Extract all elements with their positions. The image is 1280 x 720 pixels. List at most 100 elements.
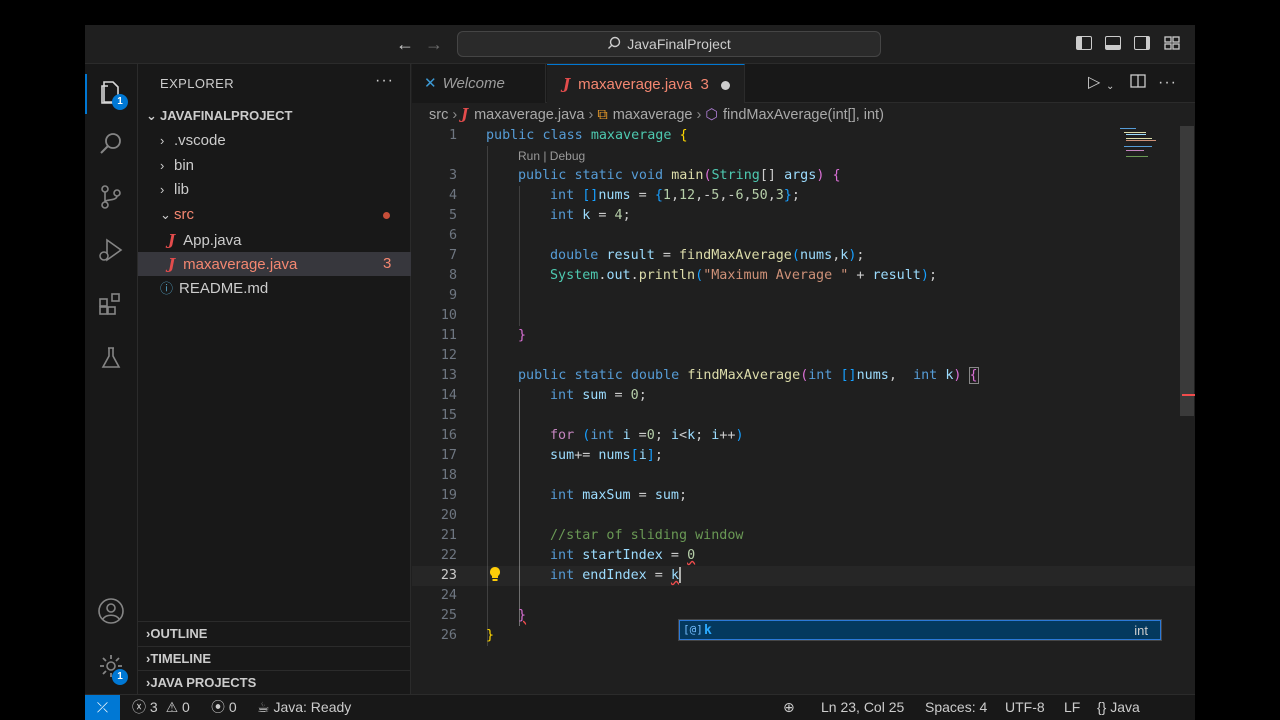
code-line: 19 int maxSum = sum; xyxy=(440,488,688,503)
info-icon: ⓘ xyxy=(160,281,174,296)
tab-label: maxaverage.java xyxy=(578,76,693,93)
warning-count: 0 xyxy=(182,699,190,715)
codelens-run-debug[interactable]: Run | Debug xyxy=(518,146,585,166)
project-root[interactable]: ⌄ JAVAFINALPROJECT xyxy=(138,104,411,128)
tree-item-label: App.java xyxy=(183,232,242,249)
remote-indicator-icon[interactable]: ⤫ xyxy=(85,695,120,720)
code-line: 18 xyxy=(440,468,457,483)
activity-bar: 1 1 xyxy=(85,64,138,694)
tab-label: Welcome xyxy=(442,75,505,92)
tree-item-vscode[interactable]: › .vscode xyxy=(138,129,411,153)
java-file-icon: J xyxy=(168,231,176,249)
ports-status[interactable]: ⦿ 0 xyxy=(211,695,237,719)
suggestion-item[interactable]: [@] k int xyxy=(679,620,1161,640)
section-label: OUTLINE xyxy=(150,626,208,641)
tab-welcome[interactable]: ✕ Welcome xyxy=(412,64,546,103)
status-bar: ⤫ ⓧ 3 ⚠ 0 ⦿ 0 ☕ Java: Ready ⊕ Ln 23, Col… xyxy=(85,694,1195,720)
code-line: 15 xyxy=(440,408,457,423)
tree-item-lib[interactable]: › lib xyxy=(138,178,411,202)
toggle-primary-sidebar-icon[interactable] xyxy=(1076,36,1092,50)
language-label: Java xyxy=(1110,699,1140,715)
radio-tower-icon: ⦿ xyxy=(211,699,225,715)
vertical-scrollbar[interactable] xyxy=(1180,126,1194,416)
breadcrumb-folder[interactable]: src xyxy=(429,107,448,123)
minimap[interactable] xyxy=(1118,126,1182,166)
java-file-icon: J xyxy=(168,255,176,273)
java-coffee-icon: ☕ xyxy=(257,699,270,715)
section-label: JAVA PROJECTS xyxy=(150,675,257,690)
extensions-icon[interactable] xyxy=(97,290,125,318)
end-of-line[interactable]: LF xyxy=(1064,695,1080,719)
more-actions-icon[interactable]: ··· xyxy=(375,72,394,90)
vscode-window: ← → JavaFinalProject 1 1 EXPLORER ··· ⌄ … xyxy=(85,25,1195,720)
code-line: 16 for (int i =0; i<k; i++) xyxy=(440,428,744,443)
breadcrumb-method[interactable]: findMaxAverage(int[], int) xyxy=(723,107,884,123)
active-indicator xyxy=(85,74,87,114)
toggle-panel-icon[interactable] xyxy=(1105,36,1121,50)
code-line-current: 23 int endIndex = k xyxy=(412,566,1195,586)
section-label: TIMELINE xyxy=(150,651,212,666)
breadcrumb-class[interactable]: maxaverage xyxy=(613,107,693,123)
tab-maxaverage-java[interactable]: Jmaxaverage.java 3 xyxy=(547,64,745,103)
code-line: 10 xyxy=(440,308,457,323)
chevron-right-icon: › xyxy=(160,158,165,173)
title-bar: ← → JavaFinalProject xyxy=(85,25,1195,64)
language-mode[interactable]: {} Java xyxy=(1097,695,1140,719)
manage-badge: 1 xyxy=(112,669,128,685)
command-center-search[interactable]: JavaFinalProject xyxy=(457,31,881,57)
accounts-icon[interactable] xyxy=(97,597,125,625)
code-line: 12 xyxy=(440,348,457,363)
code-line: 5 int k = 4; xyxy=(448,208,631,223)
tree-item-app-java[interactable]: J App.java xyxy=(138,228,411,252)
scrollbar-error-marker xyxy=(1182,394,1195,396)
warning-icon: ⚠ xyxy=(165,699,179,715)
toggle-secondary-sidebar-icon[interactable] xyxy=(1134,36,1150,50)
project-name: JAVAFINALPROJECT xyxy=(160,108,293,123)
editor-area: ✕ Welcome Jmaxaverage.java 3 ▷ ⌄ ··· src ›… xyxy=(412,64,1195,694)
tree-item-label: lib xyxy=(174,181,190,198)
tree-item-src[interactable]: ⌄ src xyxy=(138,203,411,227)
chevron-down-icon: ⌄ xyxy=(146,108,157,123)
text-cursor xyxy=(679,567,681,583)
run-icon[interactable]: ▷ xyxy=(1088,74,1100,92)
tree-item-readme[interactable]: ⓘ README.md xyxy=(138,277,411,301)
tree-item-label: maxaverage.java xyxy=(183,256,298,273)
java-status-label: Java: Ready xyxy=(273,699,352,715)
source-control-icon[interactable] xyxy=(97,183,125,211)
run-debug-icon[interactable] xyxy=(97,236,125,264)
run-dropdown-icon[interactable]: ⌄ xyxy=(1106,78,1114,96)
search-icon xyxy=(607,36,621,53)
java-status[interactable]: ☕ Java: Ready xyxy=(257,695,351,719)
back-arrow-icon[interactable]: ← xyxy=(396,35,414,53)
section-outline[interactable]: ›OUTLINE xyxy=(138,621,411,645)
code-line: 14 int sum = 0; xyxy=(440,388,647,403)
java-file-icon: J xyxy=(563,75,571,93)
code-line: 22 int startIndex = 0 xyxy=(440,548,696,563)
section-timeline[interactable]: ›TIMELINE xyxy=(138,646,411,670)
explorer-sidebar: EXPLORER ··· ⌄ JAVAFINALPROJECT › .vscode … xyxy=(138,64,411,694)
vscode-logo-icon: ✕ xyxy=(424,75,437,92)
editor-more-icon[interactable]: ··· xyxy=(1158,74,1177,92)
indentation[interactable]: Spaces: 4 xyxy=(925,695,987,719)
error-count: 3 xyxy=(149,699,158,715)
breadcrumb-file[interactable]: maxaverage.java xyxy=(474,107,584,123)
tree-item-label: src xyxy=(174,206,194,223)
search-view-icon[interactable] xyxy=(97,130,125,158)
code-editor[interactable]: Run | Debug 1 public class maxaverage { 3… xyxy=(412,126,1195,686)
error-icon: ⓧ xyxy=(132,699,146,715)
unsaved-dot-icon[interactable] xyxy=(721,81,730,90)
breadcrumb: src › Jmaxaverage.java › ⧉ maxaverage › ⬡ findMa… xyxy=(429,106,884,123)
customize-layout-icon[interactable] xyxy=(1164,36,1180,50)
cursor-position[interactable]: Ln 23, Col 25 xyxy=(821,695,904,719)
section-java-projects[interactable]: ›JAVA PROJECTS xyxy=(138,670,411,694)
code-line: 4 int []nums = {1,12,-5,-6,50,3}; xyxy=(448,188,800,203)
split-editor-icon[interactable] xyxy=(1130,73,1146,94)
problems-status[interactable]: ⓧ 3 ⚠ 0 xyxy=(132,695,190,719)
encoding[interactable]: UTF-8 xyxy=(1005,695,1045,719)
zoom-icon[interactable]: ⊕ xyxy=(783,695,795,719)
code-line: 1 public class maxaverage { xyxy=(448,128,688,143)
tree-item-bin[interactable]: › bin xyxy=(138,154,411,178)
tree-item-maxaverage-java[interactable]: Jmaxaverage.java 3 xyxy=(138,252,411,276)
forward-arrow-icon[interactable]: → xyxy=(425,35,443,53)
testing-icon[interactable] xyxy=(97,344,125,372)
